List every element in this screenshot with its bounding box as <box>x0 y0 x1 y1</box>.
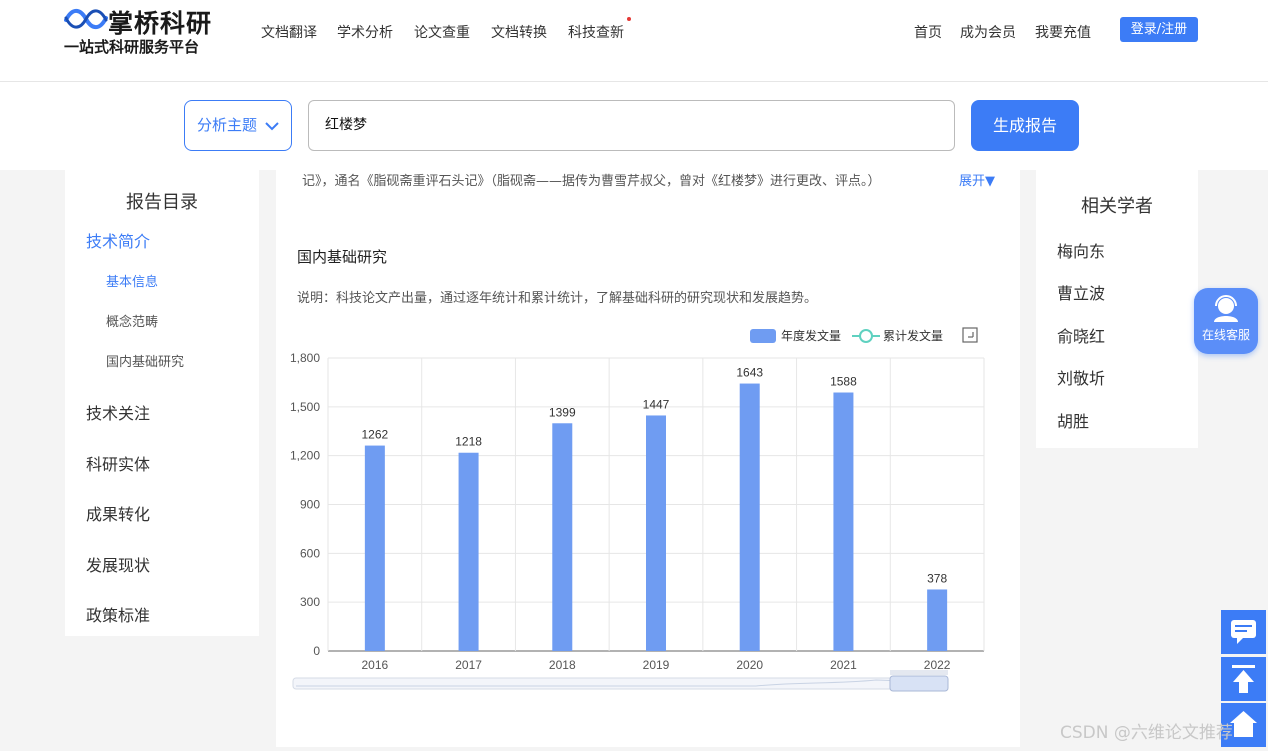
toc-item-tech-intro[interactable]: 技术简介 <box>86 228 150 252</box>
back-to-top-button[interactable] <box>1221 657 1266 701</box>
nav-membership[interactable]: 成为会员 <box>960 22 1016 42</box>
legend-line-marker <box>859 329 873 343</box>
zoom-slider-handle[interactable] <box>889 675 949 692</box>
zoom-slider-handle-top <box>890 670 948 675</box>
expand-link[interactable]: 展开▼ <box>959 170 995 189</box>
report-toc-panel: 报告目录 技术简介 基本信息 概念范畴 国内基础研究 技术关注 科研实体 成果转… <box>65 170 259 636</box>
y-tick-label: 900 <box>300 498 320 512</box>
watermark-text: CSDN @六维论文推荐 <box>1060 723 1233 743</box>
save-image-icon[interactable] <box>962 327 978 343</box>
nav-plagiarism-check[interactable]: 论文查重 <box>414 22 470 42</box>
chart-bar <box>739 383 760 651</box>
logo-wave-icon <box>64 8 108 30</box>
chevron-down-icon <box>265 122 279 131</box>
arrow-up-icon <box>1232 665 1255 693</box>
scholars-title: 相关学者 <box>1081 196 1153 217</box>
online-service-label: 在线客服 <box>1201 328 1250 342</box>
x-tick-label: 2021 <box>830 658 857 672</box>
y-tick-label: 1,500 <box>290 400 320 414</box>
chart-bar <box>927 589 948 651</box>
top-header: 掌桥科研 一站式科研服务平台 文档翻译 学术分析 论文查重 文档转换 科技查新 … <box>0 0 1268 82</box>
toc-title: 报告目录 <box>126 192 198 213</box>
y-tick-label: 1,800 <box>290 351 320 365</box>
scholar-item[interactable]: 梅向东 <box>1057 238 1105 262</box>
toc-item-tech-focus[interactable]: 技术关注 <box>86 400 150 424</box>
x-tick-label: 2022 <box>924 658 951 672</box>
toc-item-development-status[interactable]: 发展现状 <box>86 552 150 576</box>
chart-bar <box>646 415 666 651</box>
x-tick-label: 2016 <box>362 658 389 672</box>
legend-label: 年度发文量 <box>781 328 841 343</box>
legend-bar-swatch <box>750 329 776 343</box>
y-tick-label: 1,200 <box>290 449 320 463</box>
search-input[interactable]: 红楼梦 <box>308 100 955 151</box>
bar-value-label: 1643 <box>736 366 763 380</box>
customer-service-icon <box>1214 295 1238 322</box>
chart-bar <box>458 452 479 651</box>
section-description: 说明：科技论文产出量，通过逐年统计和累计统计，了解基础科研的研究现状和发展趋势。 <box>297 291 818 306</box>
online-service-button[interactable]: 在线客服 <box>1194 288 1258 354</box>
topic-label: 分析主题 <box>197 116 258 134</box>
nav-home[interactable]: 首页 <box>914 22 942 42</box>
x-tick-label: 2018 <box>549 658 576 672</box>
nav-doc-convert[interactable]: 文档转换 <box>491 22 547 42</box>
nav-academic-analysis[interactable]: 学术分析 <box>337 22 393 42</box>
y-tick-label: 600 <box>300 546 320 560</box>
logo-title: 掌桥科研 <box>108 9 213 38</box>
logo[interactable]: 掌桥科研 一站式科研服务平台 <box>64 4 224 56</box>
x-tick-label: 2017 <box>455 658 482 672</box>
zoom-slider-track[interactable] <box>292 677 949 690</box>
nav-novelty-search[interactable]: 科技查新 <box>568 22 624 42</box>
y-tick-label: 0 <box>313 644 320 658</box>
section-title: 国内基础研究 <box>297 248 388 266</box>
scholar-item[interactable]: 俞晓红 <box>1057 323 1105 347</box>
scholar-item[interactable]: 胡胜 <box>1057 408 1089 432</box>
bar-value-label: 1588 <box>830 375 857 389</box>
scholar-item[interactable]: 刘敬圻 <box>1057 365 1105 389</box>
x-tick-label: 2019 <box>643 658 670 672</box>
toc-item-research-entities[interactable]: 科研实体 <box>86 451 150 475</box>
bar-value-label: 378 <box>927 571 947 585</box>
generate-report-button[interactable]: 生成报告 <box>971 100 1079 151</box>
nav-doc-translate[interactable]: 文档翻译 <box>261 22 317 42</box>
chart-bar <box>364 445 385 651</box>
bar-value-label: 1218 <box>455 435 482 449</box>
toc-item-policy-standards[interactable]: 政策标准 <box>86 602 150 626</box>
feedback-button[interactable] <box>1221 610 1266 654</box>
login-register-button[interactable]: 登录/注册 <box>1120 17 1198 42</box>
scholar-item[interactable]: 曹立波 <box>1057 280 1105 304</box>
toc-item-concept-scope[interactable]: 概念范畴 <box>106 311 158 330</box>
chart-bar <box>833 392 854 651</box>
logo-subtitle: 一站式科研服务平台 <box>64 38 200 56</box>
related-scholars-panel: 相关学者 梅向东 曹立波 俞晓红 刘敬圻 胡胜 <box>1036 170 1198 448</box>
toc-item-basic-info[interactable]: 基本信息 <box>106 271 158 290</box>
search-bar: 分析主题 红楼梦 生成报告 <box>0 82 1268 170</box>
analysis-topic-dropdown[interactable]: 分析主题 <box>184 100 292 151</box>
nav-recharge[interactable]: 我要充值 <box>1035 22 1091 42</box>
toc-item-achievement-transfer[interactable]: 成果转化 <box>86 501 150 525</box>
message-icon <box>1231 620 1256 644</box>
y-tick-label: 300 <box>300 595 320 609</box>
chart-bar <box>552 423 573 651</box>
bar-value-label: 1262 <box>362 428 389 442</box>
intro-text: 记》，通名《脂砚斋重评石头记》（脂砚斋——据传为曹雪芹叔父，曾对《红楼梦》进行更… <box>302 174 881 189</box>
toc-item-domestic-research[interactable]: 国内基础研究 <box>106 351 184 370</box>
bar-value-label: 1399 <box>549 405 576 419</box>
x-tick-label: 2020 <box>736 658 763 672</box>
new-dot-badge <box>627 17 631 21</box>
publication-bar-chart: 0 300 600 900 1,200 1,500 1,800 1262 2016 1218 201… <box>290 327 985 692</box>
legend-label: 累计发文量 <box>883 328 943 343</box>
bar-value-label: 1447 <box>643 397 670 411</box>
